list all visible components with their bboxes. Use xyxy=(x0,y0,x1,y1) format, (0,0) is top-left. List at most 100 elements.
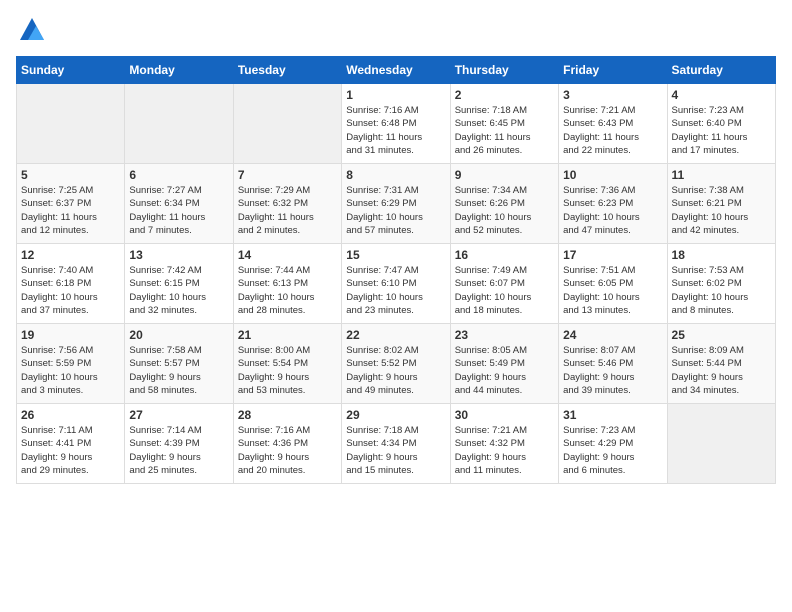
day-info: Sunrise: 7:49 AM Sunset: 6:07 PM Dayligh… xyxy=(455,264,554,317)
day-number: 24 xyxy=(563,328,662,342)
day-info: Sunrise: 8:07 AM Sunset: 5:46 PM Dayligh… xyxy=(563,344,662,397)
calendar-cell: 7Sunrise: 7:29 AM Sunset: 6:32 PM Daylig… xyxy=(233,164,341,244)
day-number: 27 xyxy=(129,408,228,422)
day-info: Sunrise: 7:47 AM Sunset: 6:10 PM Dayligh… xyxy=(346,264,445,317)
day-header-monday: Monday xyxy=(125,57,233,84)
calendar-header-row: SundayMondayTuesdayWednesdayThursdayFrid… xyxy=(17,57,776,84)
day-info: Sunrise: 7:21 AM Sunset: 4:32 PM Dayligh… xyxy=(455,424,554,477)
day-info: Sunrise: 7:53 AM Sunset: 6:02 PM Dayligh… xyxy=(672,264,771,317)
day-number: 1 xyxy=(346,88,445,102)
calendar-week-row: 26 Sunrise: 7:11 AM Sunset: 4:41 PM Dayli… xyxy=(17,404,776,484)
day-number: 29 xyxy=(346,408,445,422)
day-info: Sunrise: 7:44 AM Sunset: 6:13 PM Dayligh… xyxy=(238,264,337,317)
day-info: Sunrise: 7:29 AM Sunset: 6:32 PM Dayligh… xyxy=(238,184,337,237)
day-number: 25 xyxy=(672,328,771,342)
calendar-cell: 22 Sunrise: 8:02 AM Sunset: 5:52 PM Dayli… xyxy=(342,324,450,404)
calendar-cell: 6 Sunrise: 7:27 AM Sunset: 6:34 PM Daylig… xyxy=(125,164,233,244)
calendar-cell: 15 Sunrise: 7:47 AM Sunset: 6:10 PM Dayli… xyxy=(342,244,450,324)
calendar-week-row: 5 Sunrise: 7:25 AM Sunset: 6:37 PM Daylig… xyxy=(17,164,776,244)
calendar-cell: 11 Sunrise: 7:38 AM Sunset: 6:21 PM Dayli… xyxy=(667,164,775,244)
day-number: 22 xyxy=(346,328,445,342)
day-info: Sunrise: 7:34 AM Sunset: 6:26 PM Dayligh… xyxy=(455,184,554,237)
day-info: Sunrise: 7:16 AM Sunset: 6:48 PM Dayligh… xyxy=(346,104,445,157)
calendar-cell: 26 Sunrise: 7:11 AM Sunset: 4:41 PM Dayli… xyxy=(17,404,125,484)
calendar-cell: 27 Sunrise: 7:14 AM Sunset: 4:39 PM Dayli… xyxy=(125,404,233,484)
day-number: 11 xyxy=(672,168,771,182)
day-number: 12 xyxy=(21,248,120,262)
day-info: Sunrise: 7:38 AM Sunset: 6:21 PM Dayligh… xyxy=(672,184,771,237)
day-info: Sunrise: 7:58 AM Sunset: 5:57 PM Dayligh… xyxy=(129,344,228,397)
calendar-cell xyxy=(17,84,125,164)
calendar-week-row: 12 Sunrise: 7:40 AM Sunset: 6:18 PM Dayli… xyxy=(17,244,776,324)
calendar-table: SundayMondayTuesdayWednesdayThursdayFrid… xyxy=(16,56,776,484)
day-number: 13 xyxy=(129,248,228,262)
calendar-cell: 17Sunrise: 7:51 AM Sunset: 6:05 PM Dayli… xyxy=(559,244,667,324)
day-number: 20 xyxy=(129,328,228,342)
day-number: 18 xyxy=(672,248,771,262)
calendar-cell: 12 Sunrise: 7:40 AM Sunset: 6:18 PM Dayli… xyxy=(17,244,125,324)
calendar-cell: 24 Sunrise: 8:07 AM Sunset: 5:46 PM Dayli… xyxy=(559,324,667,404)
day-info: Sunrise: 7:23 AM Sunset: 4:29 PM Dayligh… xyxy=(563,424,662,477)
day-header-tuesday: Tuesday xyxy=(233,57,341,84)
calendar-cell: 4Sunrise: 7:23 AM Sunset: 6:40 PM Daylig… xyxy=(667,84,775,164)
calendar-cell: 1 Sunrise: 7:16 AM Sunset: 6:48 PM Daylig… xyxy=(342,84,450,164)
day-number: 30 xyxy=(455,408,554,422)
day-header-thursday: Thursday xyxy=(450,57,558,84)
logo-icon xyxy=(18,16,46,44)
day-number: 6 xyxy=(129,168,228,182)
page-header xyxy=(16,16,776,44)
day-number: 17 xyxy=(563,248,662,262)
day-info: Sunrise: 7:31 AM Sunset: 6:29 PM Dayligh… xyxy=(346,184,445,237)
day-number: 23 xyxy=(455,328,554,342)
day-info: Sunrise: 7:23 AM Sunset: 6:40 PM Dayligh… xyxy=(672,104,771,157)
day-number: 2 xyxy=(455,88,554,102)
day-info: Sunrise: 7:27 AM Sunset: 6:34 PM Dayligh… xyxy=(129,184,228,237)
calendar-cell: 25 Sunrise: 8:09 AM Sunset: 5:44 PM Dayli… xyxy=(667,324,775,404)
day-info: Sunrise: 7:25 AM Sunset: 6:37 PM Dayligh… xyxy=(21,184,120,237)
calendar-cell: 16 Sunrise: 7:49 AM Sunset: 6:07 PM Dayli… xyxy=(450,244,558,324)
day-header-friday: Friday xyxy=(559,57,667,84)
day-info: Sunrise: 7:11 AM Sunset: 4:41 PM Dayligh… xyxy=(21,424,120,477)
day-number: 15 xyxy=(346,248,445,262)
calendar-cell: 8 Sunrise: 7:31 AM Sunset: 6:29 PM Daylig… xyxy=(342,164,450,244)
calendar-cell: 21 Sunrise: 8:00 AM Sunset: 5:54 PM Dayli… xyxy=(233,324,341,404)
day-number: 3 xyxy=(563,88,662,102)
day-number: 10 xyxy=(563,168,662,182)
calendar-cell: 19 Sunrise: 7:56 AM Sunset: 5:59 PM Dayli… xyxy=(17,324,125,404)
calendar-cell: 10 Sunrise: 7:36 AM Sunset: 6:23 PM Dayli… xyxy=(559,164,667,244)
day-info: Sunrise: 7:56 AM Sunset: 5:59 PM Dayligh… xyxy=(21,344,120,397)
day-info: Sunrise: 7:40 AM Sunset: 6:18 PM Dayligh… xyxy=(21,264,120,317)
day-info: Sunrise: 8:05 AM Sunset: 5:49 PM Dayligh… xyxy=(455,344,554,397)
day-number: 28 xyxy=(238,408,337,422)
logo xyxy=(16,16,46,44)
day-header-saturday: Saturday xyxy=(667,57,775,84)
day-number: 19 xyxy=(21,328,120,342)
day-number: 26 xyxy=(21,408,120,422)
day-info: Sunrise: 7:18 AM Sunset: 4:34 PM Dayligh… xyxy=(346,424,445,477)
day-header-wednesday: Wednesday xyxy=(342,57,450,84)
calendar-cell: 30 Sunrise: 7:21 AM Sunset: 4:32 PM Dayli… xyxy=(450,404,558,484)
calendar-cell: 18 Sunrise: 7:53 AM Sunset: 6:02 PM Dayli… xyxy=(667,244,775,324)
day-header-sunday: Sunday xyxy=(17,57,125,84)
calendar-cell: 28Sunrise: 7:16 AM Sunset: 4:36 PM Dayli… xyxy=(233,404,341,484)
calendar-cell xyxy=(233,84,341,164)
calendar-week-row: 19 Sunrise: 7:56 AM Sunset: 5:59 PM Dayli… xyxy=(17,324,776,404)
day-info: Sunrise: 7:42 AM Sunset: 6:15 PM Dayligh… xyxy=(129,264,228,317)
day-number: 21 xyxy=(238,328,337,342)
calendar-cell: 5 Sunrise: 7:25 AM Sunset: 6:37 PM Daylig… xyxy=(17,164,125,244)
day-info: Sunrise: 7:18 AM Sunset: 6:45 PM Dayligh… xyxy=(455,104,554,157)
day-info: Sunrise: 8:00 AM Sunset: 5:54 PM Dayligh… xyxy=(238,344,337,397)
day-number: 9 xyxy=(455,168,554,182)
day-info: Sunrise: 7:14 AM Sunset: 4:39 PM Dayligh… xyxy=(129,424,228,477)
day-number: 8 xyxy=(346,168,445,182)
day-info: Sunrise: 8:02 AM Sunset: 5:52 PM Dayligh… xyxy=(346,344,445,397)
day-number: 5 xyxy=(21,168,120,182)
calendar-week-row: 1 Sunrise: 7:16 AM Sunset: 6:48 PM Daylig… xyxy=(17,84,776,164)
day-info: Sunrise: 8:09 AM Sunset: 5:44 PM Dayligh… xyxy=(672,344,771,397)
calendar-cell: 3Sunrise: 7:21 AM Sunset: 6:43 PM Daylig… xyxy=(559,84,667,164)
day-info: Sunrise: 7:36 AM Sunset: 6:23 PM Dayligh… xyxy=(563,184,662,237)
calendar-cell: 29 Sunrise: 7:18 AM Sunset: 4:34 PM Dayli… xyxy=(342,404,450,484)
calendar-cell: 2 Sunrise: 7:18 AM Sunset: 6:45 PM Daylig… xyxy=(450,84,558,164)
calendar-cell xyxy=(125,84,233,164)
day-number: 16 xyxy=(455,248,554,262)
